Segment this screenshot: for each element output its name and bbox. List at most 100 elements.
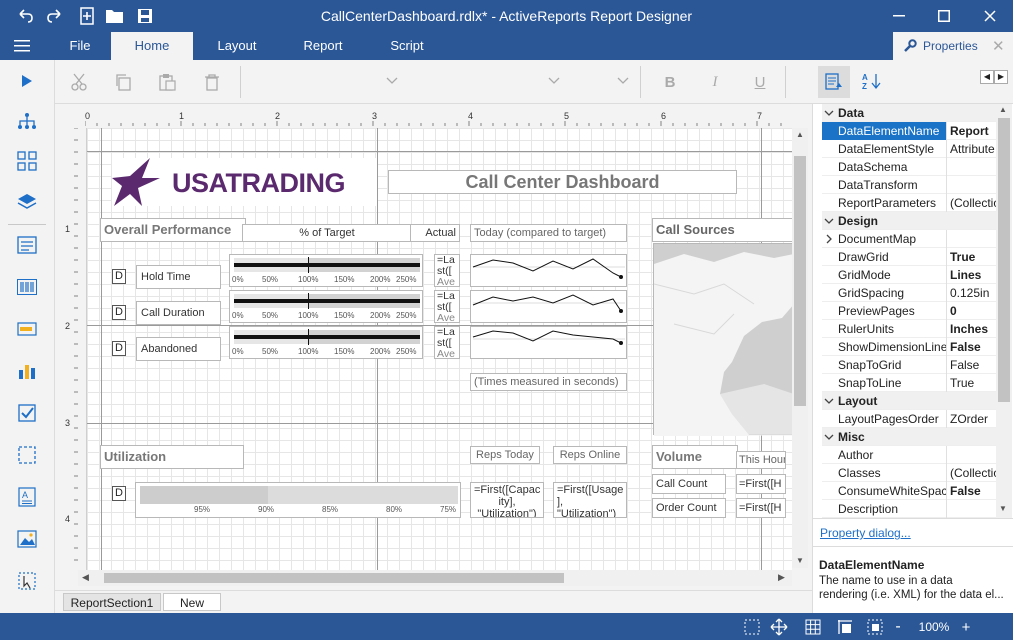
group-editor-icon[interactable] bbox=[14, 148, 40, 174]
call-sources-map[interactable] bbox=[653, 243, 792, 436]
property-value[interactable]: Lines bbox=[946, 266, 996, 284]
horizontal-scrollbar[interactable]: ◀ ▶ bbox=[78, 570, 792, 586]
property-value[interactable]: (Collection) bbox=[946, 194, 996, 212]
tab-report-section-1[interactable]: ReportSection1 bbox=[63, 593, 161, 611]
font-size-select[interactable] bbox=[420, 70, 560, 94]
properties-scrollbar[interactable]: ▲ ▼ bbox=[996, 104, 1012, 518]
property-value[interactable] bbox=[946, 158, 996, 176]
pan-mode-icon[interactable] bbox=[768, 617, 790, 637]
sparkline[interactable] bbox=[470, 254, 627, 287]
utilization-header[interactable]: Utilization bbox=[100, 445, 244, 469]
property-row[interactable]: PreviewPages 0 bbox=[822, 302, 996, 320]
font-family-select[interactable] bbox=[250, 70, 410, 94]
tab-file[interactable]: File bbox=[50, 32, 110, 60]
property-row[interactable]: ShowDimensionLines False bbox=[822, 338, 996, 356]
redo-icon[interactable] bbox=[44, 6, 66, 26]
target-bullet[interactable]: 0% 50% 100% 150% 200% 250% bbox=[229, 290, 423, 323]
order-count-expression[interactable]: =First([H bbox=[736, 498, 786, 518]
container-tool-icon[interactable] bbox=[14, 442, 40, 468]
scroll-right-icon[interactable]: ▶ bbox=[778, 572, 785, 583]
property-row[interactable]: DataSchema bbox=[822, 158, 996, 176]
close-panel-icon[interactable]: ✕ bbox=[992, 37, 1005, 55]
property-value[interactable]: False bbox=[946, 356, 996, 374]
property-value[interactable]: Report bbox=[946, 122, 996, 140]
actual-expression[interactable]: =La st([Ave bbox=[434, 326, 460, 359]
property-value[interactable]: False bbox=[946, 482, 996, 500]
pct-target-header[interactable]: % of Target bbox=[242, 224, 412, 242]
property-value[interactable] bbox=[946, 500, 996, 518]
utilization-bullet[interactable]: 95% 90% 85% 80% 75% bbox=[135, 482, 461, 518]
call-count-expression[interactable]: =First([H bbox=[736, 474, 786, 494]
property-row[interactable]: ConsumeWhiteSpace False bbox=[822, 482, 996, 500]
property-row[interactable]: DataElementStyle Attribute bbox=[822, 140, 996, 158]
reps-today-header[interactable]: Reps Today bbox=[470, 446, 540, 464]
input-field-tool-icon[interactable] bbox=[14, 568, 40, 594]
property-dialog-link[interactable]: Property dialog... bbox=[820, 526, 911, 540]
report-page[interactable]: USATRADING Call Center Dashboard Overall… bbox=[86, 128, 792, 570]
property-row[interactable]: DocumentMap bbox=[822, 230, 996, 248]
property-row[interactable]: ReportParameters (Collection) bbox=[822, 194, 996, 212]
scroll-down-icon[interactable]: ▼ bbox=[999, 504, 1007, 513]
property-category[interactable]: Data bbox=[822, 104, 996, 122]
cut-icon[interactable] bbox=[67, 70, 91, 94]
property-value[interactable]: 0.125in bbox=[946, 284, 996, 302]
property-value[interactable]: True bbox=[946, 374, 996, 392]
snap-lines-icon[interactable] bbox=[834, 617, 856, 637]
property-value[interactable] bbox=[946, 446, 996, 464]
snap-grid-icon[interactable] bbox=[864, 617, 886, 637]
scroll-thumb[interactable] bbox=[998, 118, 1010, 402]
scroll-thumb[interactable] bbox=[104, 573, 564, 583]
delete-icon[interactable] bbox=[200, 70, 224, 94]
copy-icon[interactable] bbox=[111, 70, 135, 94]
logo[interactable]: USATRADING bbox=[112, 158, 377, 206]
zoom-level[interactable]: 100% bbox=[912, 617, 956, 637]
scroll-down-icon[interactable]: ▼ bbox=[796, 556, 804, 565]
new-file-icon[interactable] bbox=[76, 6, 98, 26]
property-value[interactable]: 0 bbox=[946, 302, 996, 320]
order-count-label[interactable]: Order Count bbox=[652, 498, 726, 518]
bold-button[interactable]: B bbox=[658, 70, 682, 94]
property-row[interactable]: GridMode Lines bbox=[822, 266, 996, 284]
actual-expression[interactable]: =La st([Ave bbox=[434, 254, 460, 287]
property-category[interactable]: Design bbox=[822, 212, 996, 230]
minimize-icon[interactable] bbox=[876, 0, 922, 32]
close-icon[interactable] bbox=[967, 0, 1013, 32]
properties-tab[interactable]: Properties ✕ bbox=[893, 32, 1013, 60]
paste-icon[interactable] bbox=[155, 70, 179, 94]
alphabetical-sort-icon[interactable]: AZ bbox=[862, 72, 884, 93]
property-row[interactable]: LayoutPagesOrder ZOrder bbox=[822, 410, 996, 428]
capacity-expression[interactable]: =First([Capac ity], "Utilization") bbox=[470, 482, 544, 518]
actual-expression[interactable]: =La st([Ave bbox=[434, 290, 460, 323]
barcode-tool-icon[interactable] bbox=[14, 274, 40, 300]
property-value[interactable]: True bbox=[946, 248, 996, 266]
report-explorer-icon[interactable] bbox=[14, 108, 40, 134]
usage-expression[interactable]: =First([Usage ], "Utilization") bbox=[553, 482, 627, 518]
detail-toggle[interactable]: D bbox=[112, 269, 126, 284]
today-header[interactable]: Today (compared to target) bbox=[470, 224, 627, 242]
metric-label[interactable]: Hold Time bbox=[136, 265, 221, 289]
underline-button[interactable]: U bbox=[748, 70, 772, 94]
property-row[interactable]: Classes (Collection) bbox=[822, 464, 996, 482]
volume-header[interactable]: Volume bbox=[652, 445, 738, 469]
scroll-up-icon[interactable]: ▲ bbox=[999, 105, 1007, 114]
tab-layout[interactable]: Layout bbox=[200, 32, 274, 60]
checkbox-tool-icon[interactable] bbox=[14, 400, 40, 426]
style-select[interactable] bbox=[575, 70, 635, 94]
zoom-in-button[interactable]: + bbox=[958, 617, 974, 637]
property-row[interactable]: SnapToLine True bbox=[822, 374, 996, 392]
report-title[interactable]: Call Center Dashboard bbox=[388, 170, 737, 194]
sparkline[interactable] bbox=[470, 326, 627, 359]
next-arrow-icon[interactable]: ▶ bbox=[994, 70, 1008, 84]
layers-icon[interactable] bbox=[14, 188, 40, 214]
italic-button[interactable]: I bbox=[703, 70, 727, 94]
call-sources-header[interactable]: Call Sources bbox=[652, 218, 792, 242]
property-row[interactable]: Author bbox=[822, 446, 996, 464]
vertical-scrollbar[interactable]: ▲ ▼ bbox=[792, 128, 808, 568]
reps-online-header[interactable]: Reps Online bbox=[553, 446, 627, 464]
expand-chevron-icon[interactable] bbox=[824, 233, 834, 247]
property-value[interactable]: Attribute bbox=[946, 140, 996, 158]
property-row[interactable]: Description bbox=[822, 500, 996, 518]
prev-arrow-icon[interactable]: ◀ bbox=[980, 70, 994, 84]
scroll-thumb[interactable] bbox=[794, 156, 806, 406]
property-row[interactable]: DataElementName Report bbox=[822, 122, 996, 140]
